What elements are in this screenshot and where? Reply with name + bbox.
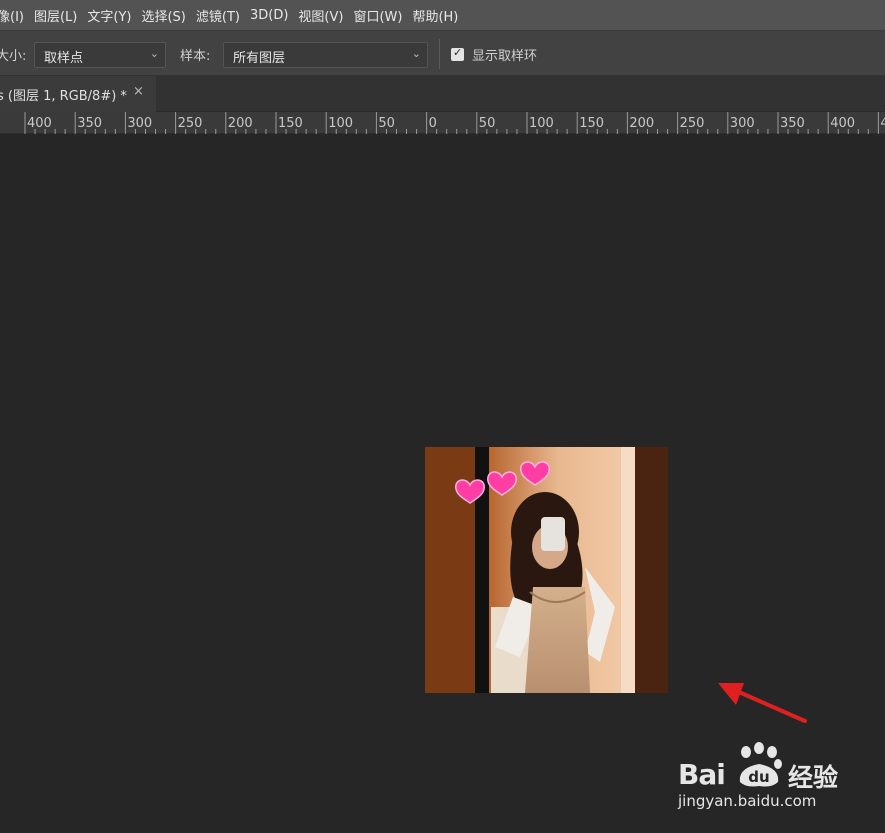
menu-help[interactable]: 帮助(H) [407,6,463,25]
paw-icon: du [739,742,782,787]
checkbox-checked-icon: ✓ [453,46,463,59]
document-tab-title: s (图层 1, RGB/8#) * [0,89,127,104]
sample-layers-dropdown[interactable]: 所有图层 ⌄ [223,42,428,68]
ruler-label: 250 [177,116,203,131]
ruler-label: 150 [579,116,605,131]
sample-size-dropdown[interactable]: 取样点 ⌄ [34,42,166,68]
chevron-down-icon: ⌄ [411,47,421,60]
ruler-label: 50 [378,116,395,131]
menu-bar: 像(I) 图层(L) 文字(Y) 选择(S) 滤镜(T) 3D(D) 视图(V)… [0,0,885,30]
ruler-label: 400 [27,116,52,131]
menu-view[interactable]: 视图(V) [293,6,348,25]
menu-type[interactable]: 文字(Y) [82,6,136,25]
ruler-label: 0 [428,116,437,131]
divider [439,39,440,69]
document-tab[interactable]: s (图层 1, RGB/8#) * × [0,76,156,112]
ruler-label: 400 [830,116,856,131]
menu-image[interactable]: 像(I) [0,6,29,25]
horizontal-ruler[interactable]: 400 350 300 250 200 150 100 50 0 50 100 150 200 250 30… [0,112,885,134]
ruler-label: 100 [328,116,354,131]
sample-size-value: 取样点 [44,51,84,66]
ruler-label: 250 [679,116,705,131]
options-bar: 大小: 取样点 ⌄ 样本: 所有图层 ⌄ ✓ 显示取样环 [0,30,885,76]
watermark-url: jingyan.baidu.com [678,792,817,810]
svg-text:du: du [748,768,769,786]
ruler-label: 300 [127,116,153,131]
baidu-watermark: Bai du 经验 jingyan.baidu.com [678,738,858,818]
menu-select[interactable]: 选择(S) [136,6,190,25]
show-sampling-ring-checkbox[interactable]: ✓ [451,46,464,61]
watermark-suffix: 经验 [788,763,839,792]
red-arrow-annotation [718,683,807,723]
menu-window[interactable]: 窗口(W) [348,6,407,25]
sample-label: 样本: [180,49,211,64]
close-icon[interactable]: × [133,84,144,99]
ruler-label: 300 [729,116,755,131]
ruler-label: 50 [478,116,496,131]
canvas-photo [425,447,668,693]
size-label: 大小: [0,49,27,64]
menu-layer[interactable]: 图层(L) [29,6,82,25]
watermark-brand: Bai [678,758,726,791]
show-sampling-ring-label: 显示取样环 [472,49,538,64]
ruler-label: 100 [529,116,554,131]
ruler-label: 200 [629,116,655,131]
sample-layers-value: 所有图层 [233,51,286,66]
ruler-label: 350 [780,116,805,131]
ruler-label: 200 [227,116,253,131]
ruler-label: 150 [278,116,303,131]
ruler-label: 4 [880,116,885,131]
menu-3d[interactable]: 3D(D) [245,8,293,23]
document-tab-bar: s (图层 1, RGB/8#) * × [0,76,885,112]
chevron-down-icon: ⌄ [149,47,159,60]
menu-filter[interactable]: 滤镜(T) [191,6,245,25]
ruler-label: 350 [77,116,103,131]
